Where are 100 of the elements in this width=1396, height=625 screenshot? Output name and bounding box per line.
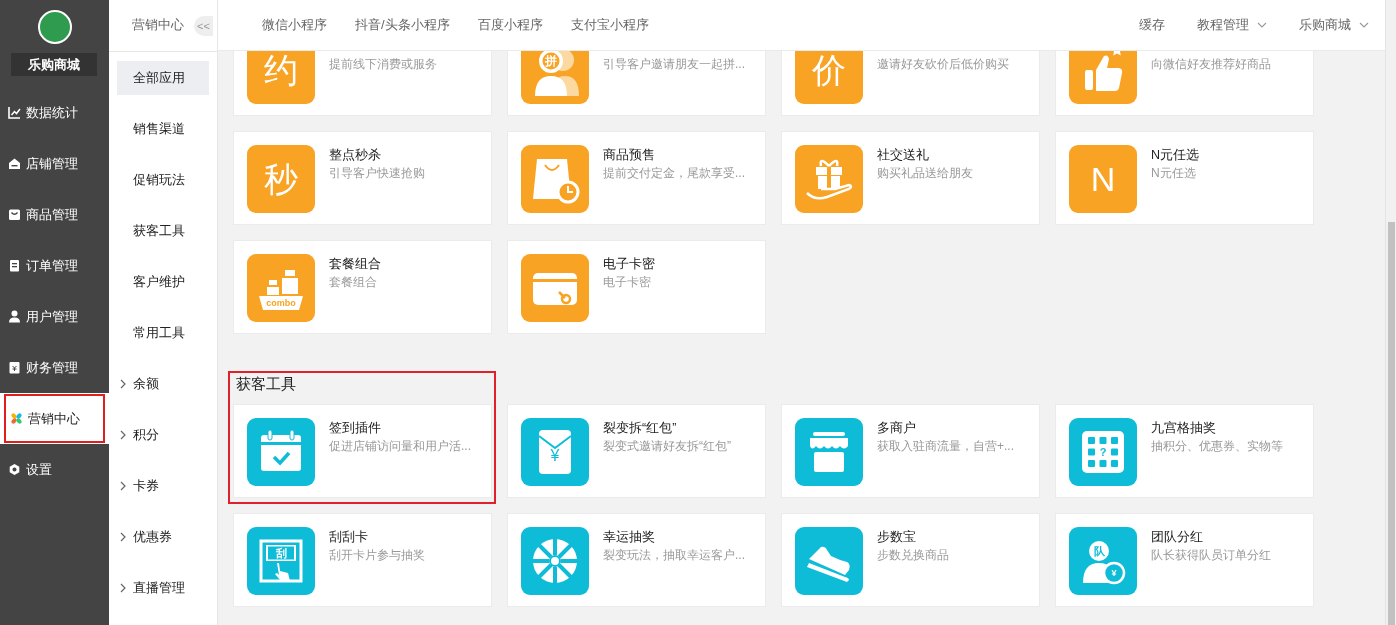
sidebar-label: 店铺管理: [26, 154, 78, 173]
sneaker-icon: [807, 546, 850, 582]
chevron-down-icon: [1257, 22, 1267, 28]
app-description: N元任选: [1151, 165, 1197, 182]
header-menu[interactable]: 教程管理: [1197, 16, 1267, 34]
card-icon: [533, 273, 577, 305]
icon-character: 价: [812, 53, 846, 87]
subnav-item[interactable]: 客户维护: [117, 265, 209, 299]
app-name: 裂变拆“红包”: [603, 420, 678, 437]
platform-tab[interactable]: 支付宝小程序: [570, 16, 649, 34]
app-card[interactable]: 队 ¥ 团队分红 队长获得队员订单分红: [1055, 513, 1314, 607]
gift-in-hand-icon: [806, 159, 852, 200]
subnav-item[interactable]: 全部应用: [117, 61, 209, 95]
subnav-item[interactable]: 常用工具: [117, 316, 209, 350]
app-card[interactable]: 签到插件 促进店铺访问量和用户活...: [233, 404, 492, 498]
section-title: 营销中心: [132, 17, 184, 34]
sidebar-item[interactable]: 用户管理: [0, 291, 109, 342]
app-card[interactable]: N N元任选 N元任选: [1055, 131, 1314, 225]
app-description: 步数兑换商品: [877, 547, 949, 564]
petals-icon: [10, 412, 23, 425]
app-name: 电子卡密: [603, 256, 655, 273]
app-card[interactable]: combo 套餐组合 套餐组合: [233, 240, 492, 334]
bag-clock-icon: [533, 159, 580, 204]
subnav-item[interactable]: 余额: [117, 367, 209, 401]
app-card[interactable]: 社交送礼 购买礼品送给朋友: [781, 131, 1040, 225]
chevron-down-icon: [1359, 22, 1369, 28]
subnav-label: 直播管理: [133, 579, 185, 597]
chevron-right-icon: [120, 481, 126, 491]
app-card[interactable]: 秒 整点秒杀 引导客户快速抢购: [233, 131, 492, 225]
person-coin-icon: [1083, 541, 1126, 585]
section-heading: 获客工具: [236, 374, 297, 394]
subnav-item[interactable]: 获客工具: [117, 214, 209, 248]
platform-tab[interactable]: 百度小程序: [477, 16, 543, 34]
person-icon: [8, 310, 21, 323]
app-description: 队长获得队员订单分红: [1151, 547, 1271, 564]
scratch-card-icon: [259, 539, 303, 583]
house-icon: [8, 157, 21, 170]
sidebar-item[interactable]: 店铺管理: [0, 138, 109, 189]
subnav-item[interactable]: 优惠券: [117, 520, 209, 554]
header-menu[interactable]: 乐购商城: [1299, 16, 1369, 34]
clipboard-icon: [8, 259, 21, 272]
app-name: 套餐组合: [329, 256, 381, 273]
app-description: 引导客户快速抢购: [329, 165, 425, 182]
app-name: 九宫格抽奖: [1151, 420, 1217, 437]
sidebar-item[interactable]: 营销中心: [0, 393, 109, 444]
subnav-item[interactable]: 积分: [117, 418, 209, 452]
app-description: 获取入驻商流量，自营+...: [877, 438, 1014, 455]
sidebar-label: 设置: [26, 460, 52, 479]
subnav-item[interactable]: 卡券: [117, 469, 209, 503]
app-card[interactable]: 电子卡密 电子卡密: [507, 240, 766, 334]
subnav-label: 卡券: [133, 477, 159, 495]
app-name: 幸运抽奖: [603, 529, 656, 546]
platform-tab[interactable]: 抖音/头条小程序: [355, 16, 450, 34]
app-card[interactable]: 幸运抽奖 裂变玩法，抽取幸运客户...: [507, 513, 766, 607]
scrollbar[interactable]: [1385, 0, 1396, 625]
wallet-icon: [8, 361, 21, 374]
subnav-label: 促销玩法: [133, 171, 185, 189]
subnav-item[interactable]: 直播管理: [117, 571, 209, 605]
subnav-label: 余额: [133, 375, 159, 393]
subnav-item[interactable]: 销售渠道: [117, 112, 209, 146]
app-description: 向微信好友推荐好商品: [1151, 56, 1271, 73]
app-description: 刮开卡片参与抽奖: [329, 547, 425, 564]
platform-tab[interactable]: 微信小程序: [262, 16, 327, 34]
app-name: 步数宝: [877, 529, 917, 546]
sidebar-label: 商品管理: [26, 205, 78, 224]
sidebar-label: 数据统计: [26, 103, 78, 122]
app-name: 团队分红: [1151, 529, 1204, 546]
app-card[interactable]: ? 九宫格抽奖 抽积分、优惠券、实物等: [1055, 404, 1314, 498]
grid-icon: [1082, 431, 1124, 473]
chevron-right-icon: [120, 532, 126, 542]
app-card[interactable]: 多商户 获取入驻商流量，自营+...: [781, 404, 1040, 498]
icon-character: 队: [1093, 545, 1105, 557]
app-description: 提前交付定金，尾款享受...: [603, 165, 745, 182]
gear-icon: [8, 463, 21, 476]
wheel-icon: [531, 537, 579, 585]
app-name: 签到插件: [329, 420, 382, 437]
sidebar-item[interactable]: 数据统计: [0, 87, 109, 138]
subnav-label: 全部应用: [133, 69, 185, 87]
chevron-right-icon: [120, 430, 126, 440]
app-name: 整点秒杀: [329, 147, 382, 164]
app-description: 促进店铺访问量和用户活...: [329, 438, 471, 455]
sidebar-item[interactable]: 设置: [0, 444, 109, 495]
app-card[interactable]: 步数宝 步数兑换商品: [781, 513, 1040, 607]
icon-character: combo: [266, 298, 296, 308]
subnav-label: 获客工具: [133, 222, 185, 240]
header-menu[interactable]: 缓存: [1139, 16, 1165, 34]
subnav-label: 销售渠道: [133, 120, 185, 138]
subnav-label: 积分: [133, 426, 159, 444]
sidebar-item[interactable]: 财务管理: [0, 342, 109, 393]
app-card[interactable]: ¥ 裂变拆“红包” 裂变式邀请好友拆“红包”: [507, 404, 766, 498]
subnav-item[interactable]: 促销玩法: [117, 163, 209, 197]
icon-character: 秒: [264, 162, 298, 196]
app-name: 商品预售: [603, 147, 656, 164]
sidebar-item[interactable]: 商品管理: [0, 189, 109, 240]
sidebar-item[interactable]: 订单管理: [0, 240, 109, 291]
app-card[interactable]: 刮 刮刮卡 刮开卡片参与抽奖: [233, 513, 492, 607]
icon-character: ¥: [1111, 568, 1117, 578]
app-description: 提前线下消费或服务: [329, 56, 437, 73]
app-name: 多商户: [877, 420, 917, 437]
app-card[interactable]: 商品预售 提前交付定金，尾款享受...: [507, 131, 766, 225]
